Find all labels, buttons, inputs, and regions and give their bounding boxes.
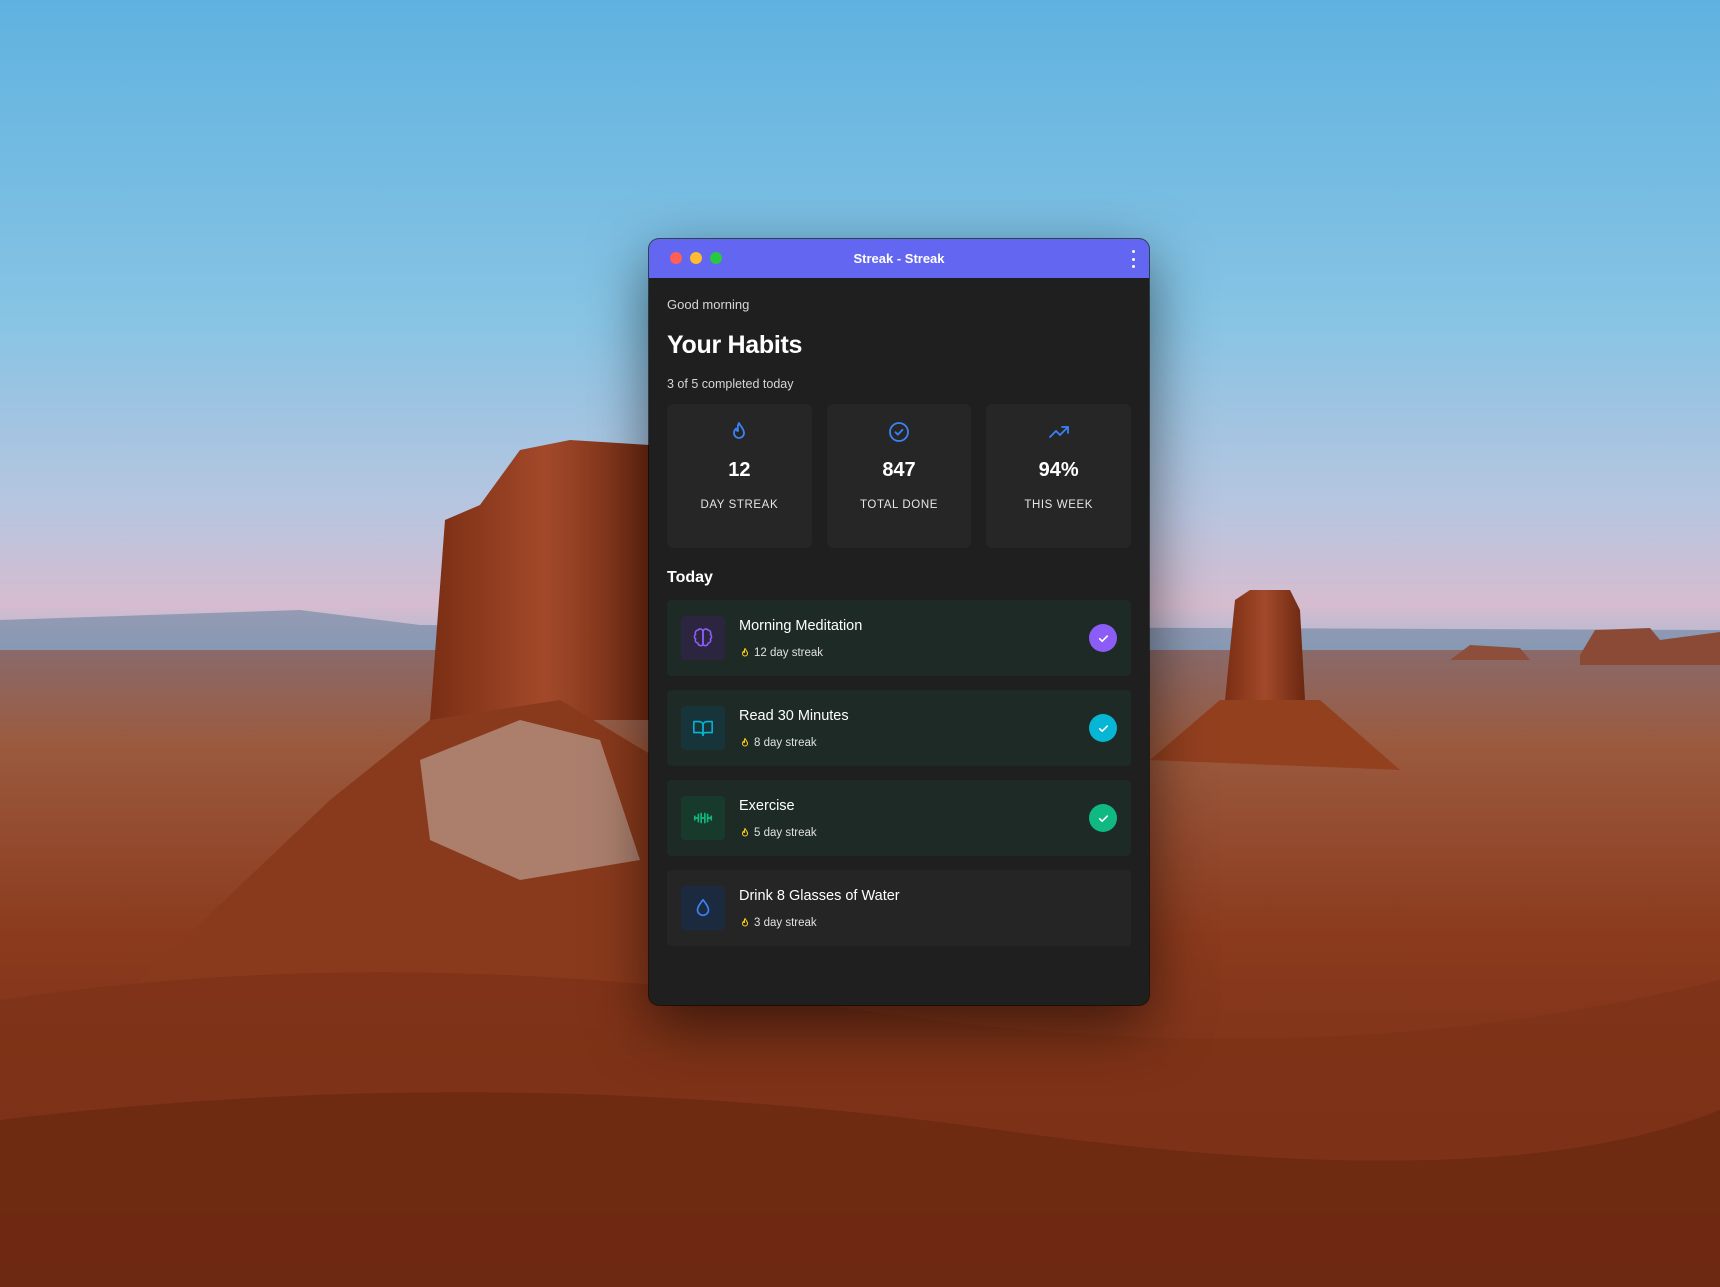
stat-card-total-done: 847 TOTAL DONE [826, 404, 972, 548]
flame-icon [727, 420, 751, 444]
habit-streak: 12 day streak [739, 647, 862, 659]
flame-icon [741, 737, 749, 747]
stat-value: 94% [1038, 459, 1079, 481]
trending-up-icon [1047, 420, 1071, 444]
habit-name: Drink 8 Glasses of Water [739, 887, 900, 904]
habit-streak-text: 8 day streak [754, 736, 817, 749]
check-icon [1098, 814, 1108, 822]
stat-label: TOTAL DONE [860, 499, 938, 511]
check-icon [1098, 634, 1108, 642]
habit-streak: 3 day streak [739, 917, 900, 929]
app-window: Streak - Streak Good morning Your Habits… [649, 239, 1149, 1005]
habit-item-read-30-minutes[interactable]: Read 30 Minutes 8 day streak [667, 690, 1131, 766]
habit-item-drink-water[interactable]: Drink 8 Glasses of Water 3 day streak [667, 870, 1131, 946]
window-controls [670, 252, 722, 264]
habit-name: Read 30 Minutes [739, 707, 849, 724]
habit-streak-text: 3 day streak [754, 916, 817, 929]
section-title-today: Today [667, 569, 713, 586]
habit-name: Morning Meditation [739, 617, 863, 634]
check-icon [1098, 724, 1108, 732]
habit-streak: 8 day streak [739, 737, 849, 749]
greeting-text: Good morning [667, 297, 750, 312]
stat-value: 12 [728, 459, 751, 481]
main-content: Good morning Your Habits 3 of 5 complete… [649, 297, 1149, 946]
stat-label: THIS WEEK [1024, 499, 1093, 511]
flame-icon [741, 647, 749, 657]
stats-row: 12 DAY STREAK 847 TOTAL DONE 94% THIS WE… [667, 404, 1132, 548]
droplet-icon [681, 886, 725, 930]
maximize-button[interactable] [710, 252, 722, 264]
window-titlebar[interactable]: Streak - Streak [649, 239, 1149, 278]
habit-name: Exercise [739, 797, 795, 814]
flame-icon [741, 827, 749, 837]
habit-item-morning-meditation[interactable]: Morning Meditation 12 day streak [667, 600, 1131, 676]
habit-streak-text: 5 day streak [754, 826, 817, 839]
completed-check-button[interactable] [1089, 714, 1117, 742]
brain-icon [681, 616, 725, 660]
habit-list: Morning Meditation 12 day streak Read 30… [667, 600, 1131, 946]
habit-streak-text: 12 day streak [754, 646, 824, 659]
habit-item-exercise[interactable]: Exercise 5 day streak [667, 780, 1131, 856]
stat-card-day-streak: 12 DAY STREAK [667, 404, 812, 548]
window-title: Streak - Streak [853, 251, 945, 266]
stat-value: 847 [882, 459, 916, 481]
progress-summary: 3 of 5 completed today [667, 377, 794, 391]
completed-check-button[interactable] [1089, 624, 1117, 652]
stat-card-this-week: 94% THIS WEEK [986, 404, 1132, 548]
completed-check-button[interactable] [1089, 804, 1117, 832]
stat-label: DAY STREAK [700, 499, 779, 511]
habit-streak: 5 day streak [739, 827, 817, 839]
close-button[interactable] [670, 252, 682, 264]
page-title: Your Habits [667, 331, 803, 359]
dumbbell-icon [681, 796, 725, 840]
flame-icon [741, 917, 749, 927]
minimize-button[interactable] [690, 252, 702, 264]
check-circle-icon [887, 420, 911, 444]
more-options-icon[interactable] [1130, 250, 1136, 268]
book-icon [681, 706, 725, 750]
